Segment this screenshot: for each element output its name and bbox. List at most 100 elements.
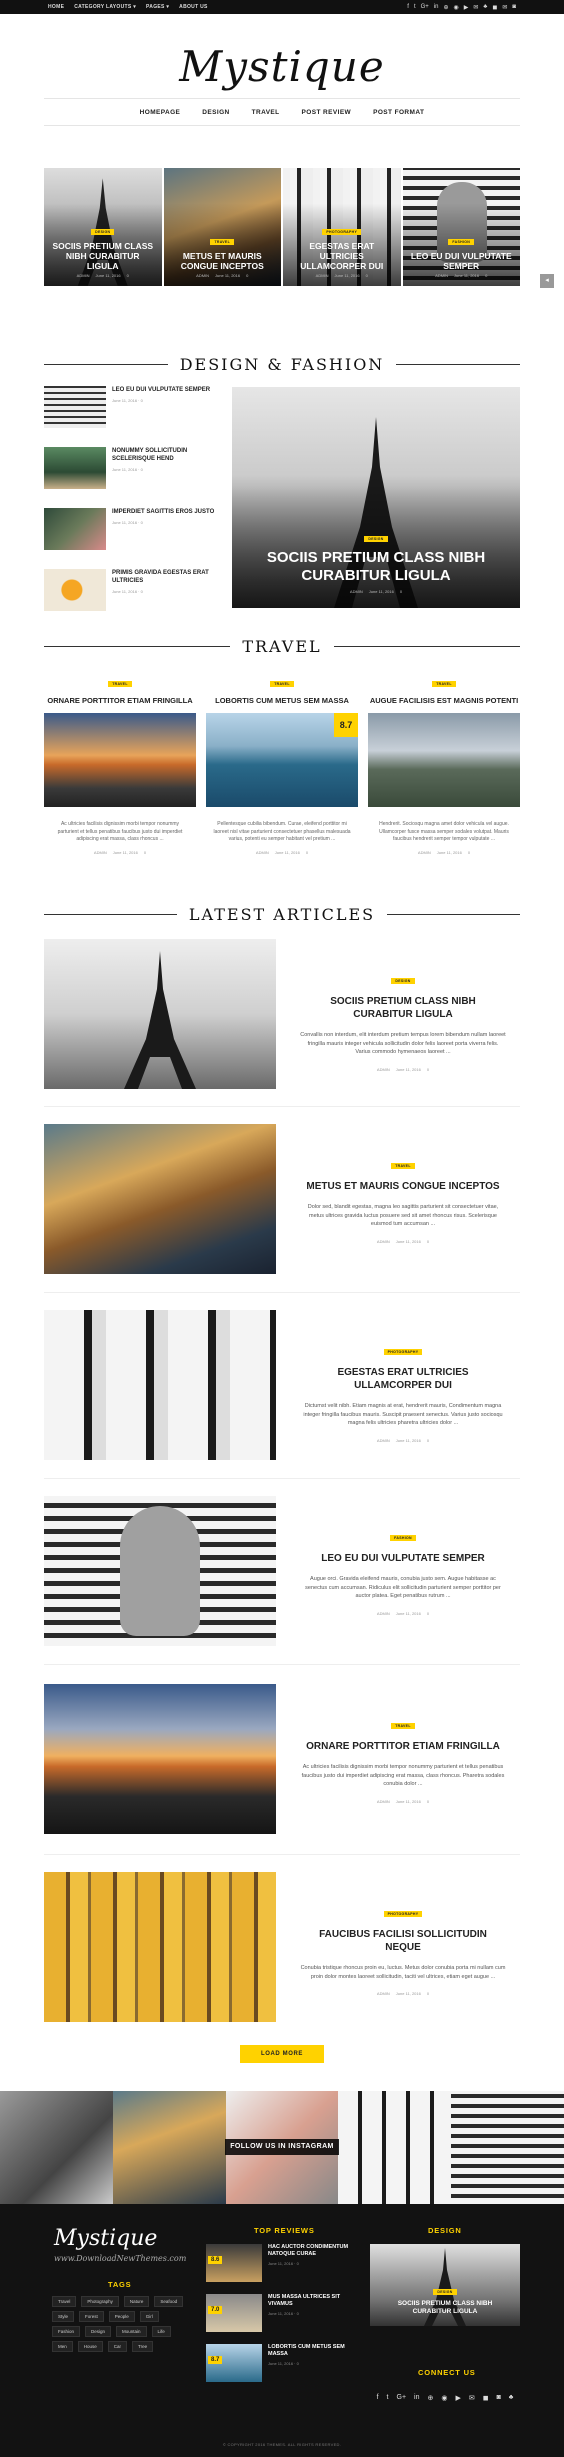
post-comments[interactable]: 0 (141, 589, 143, 594)
post-comments[interactable]: 0 (400, 589, 402, 594)
post-author[interactable]: ADMIN (377, 1799, 390, 1804)
review-thumbnail[interactable]: 7.0 (206, 2294, 262, 2332)
slide[interactable]: TRAVEL METUS ET MAURIS CONGUE INCEPTOS A… (163, 168, 281, 286)
tag-link[interactable]: Style (52, 2311, 75, 2322)
post-author[interactable]: ADMIN (316, 273, 329, 278)
category-badge[interactable]: FASHION (448, 239, 475, 245)
instagram-photo[interactable] (0, 2091, 113, 2204)
article-row[interactable]: FASHION LEO EU DUI VULPUTATE SEMPER Augu… (44, 1496, 520, 1646)
slide-title[interactable]: LEO EU DUI VULPUTATE SEMPER (403, 248, 521, 273)
category-badge[interactable]: TRAVEL (210, 239, 235, 245)
review-title[interactable]: HAC AUCTOR CONDIMENTUM NATOQUE CURAE (268, 2244, 354, 2258)
post-comments[interactable]: 0 (141, 398, 143, 403)
slide-title[interactable]: SOCIIS PRETIUM CLASS NIBH CURABITUR LIGU… (44, 238, 162, 273)
article-image[interactable] (44, 1684, 276, 1834)
instagram-icon[interactable]: ◉ (454, 4, 459, 11)
slide[interactable]: FASHION LEO EU DUI VULPUTATE SEMPER ADMI… (402, 168, 521, 286)
menu-item-homepage[interactable]: HOMEPAGE (140, 109, 181, 116)
footer-logo[interactable]: Mystique (54, 2226, 157, 2251)
menu-item-travel[interactable]: TRAVEL (252, 109, 280, 116)
post-author[interactable]: ADMIN (350, 589, 363, 594)
post-comments[interactable]: 0 (127, 273, 129, 278)
post-author[interactable]: ADMIN (377, 1991, 390, 1996)
linkedin-icon[interactable]: in (434, 4, 439, 11)
post-author[interactable]: ADMIN (435, 273, 448, 278)
top-nav-home[interactable]: HOME (48, 4, 64, 10)
category-badge[interactable]: DESIGN (433, 2289, 457, 2295)
post-author[interactable]: ADMIN (377, 1239, 390, 1244)
category-badge[interactable]: PHOTOGRAPHY (383, 1911, 423, 1917)
article-title[interactable]: METUS ET MAURIS CONGUE INCEPTOS (300, 1180, 506, 1193)
post-thumbnail[interactable] (44, 508, 106, 550)
instagram-follow-label[interactable]: FOLLOW US IN INSTAGRAM (225, 2139, 339, 2155)
post-comments[interactable]: 0 (297, 2361, 299, 2366)
post-image[interactable]: 8.7 (206, 713, 358, 807)
tag-link[interactable]: Forest (79, 2311, 104, 2322)
category-badge[interactable]: PHOTOGRAPHY (322, 229, 362, 235)
post-author[interactable]: ADMIN (196, 273, 209, 278)
review-item[interactable]: 8.7 LOBORTIS CUM METUS SEM MASSA June 11,… (206, 2344, 354, 2382)
category-badge[interactable]: DESIGN (364, 536, 388, 542)
youtube-icon[interactable]: ▶ (464, 4, 469, 11)
tag-link[interactable]: Tree (132, 2341, 154, 2352)
post-author[interactable]: ADMIN (77, 273, 90, 278)
article-title[interactable]: EGESTAS ERAT ULTRICIES ULLAMCORPER DUI (300, 1366, 506, 1392)
youtube-icon[interactable]: ▶ (455, 2394, 460, 2402)
review-thumbnail[interactable]: 8.6 (206, 2244, 262, 2282)
article-row[interactable]: PHOTOGRAPHY EGESTAS ERAT ULTRICIES ULLAM… (44, 1310, 520, 1460)
post-comments[interactable]: 0 (297, 2261, 299, 2266)
review-thumbnail[interactable]: 8.7 (206, 2344, 262, 2382)
post-comments[interactable]: 0 (141, 467, 143, 472)
list-item[interactable]: LEO EU DUI VULPUTATE SEMPER June 11, 201… (44, 386, 216, 447)
slide-title[interactable]: EGESTAS ERAT ULTRICIES ULLAMCORPER DUI (283, 238, 401, 273)
category-badge[interactable]: TRAVEL (270, 681, 294, 687)
twitter-icon[interactable]: t (414, 4, 416, 11)
instagram-photo[interactable] (451, 2091, 564, 2204)
slide[interactable]: PHOTOGRAPHY EGESTAS ERAT ULTRICIES ULLAM… (283, 168, 401, 286)
tag-link[interactable]: Mountain (116, 2326, 147, 2337)
instagram-photo[interactable] (112, 2091, 226, 2204)
article-row[interactable]: DESIGN SOCIIS PRETIUM CLASS NIBH CURABIT… (44, 939, 520, 1089)
category-badge[interactable]: TRAVEL (391, 1723, 415, 1729)
post-title[interactable]: PRIMIS GRAVIDA EGESTAS ERAT ULTRICIES (112, 569, 216, 585)
post-comments[interactable]: 0 (427, 1799, 429, 1804)
top-nav-category-layouts[interactable]: CATEGORY LAYOUTS ▾ (74, 4, 136, 10)
facebook-icon[interactable]: f (377, 2394, 379, 2402)
tag-link[interactable]: Travel (52, 2296, 77, 2307)
article-title[interactable]: FAUCIBUS FACILISI SOLLICITUDIN NEQUE (300, 1928, 506, 1954)
post-comments[interactable]: 0 (468, 850, 470, 855)
top-nav-pages[interactable]: PAGES ▾ (146, 4, 169, 10)
search-icon[interactable]: ◙ (497, 2394, 501, 2402)
list-item[interactable]: IMPERDIET SAGITTIS EROS JUSTO June 11, 2… (44, 508, 216, 569)
travel-card[interactable]: TRAVEL LOBORTIS CUM METUS SEM MASSA 8.7 … (206, 672, 358, 855)
article-image[interactable] (44, 1124, 276, 1274)
footer-design-title[interactable]: SOCIIS PRETIUM CLASS NIBH CURABITUR LIGU… (370, 2298, 520, 2318)
site-logo[interactable]: Mystique (0, 42, 564, 91)
menu-item-design[interactable]: DESIGN (202, 109, 229, 116)
scroll-arrow-icon[interactable]: ◂ (540, 274, 554, 288)
post-comments[interactable]: 0 (427, 1611, 429, 1616)
post-comments[interactable]: 0 (306, 850, 308, 855)
travel-card[interactable]: TRAVEL AUGUE FACILISIS EST MAGNIS POTENT… (368, 672, 520, 855)
post-title[interactable]: LEO EU DUI VULPUTATE SEMPER (112, 386, 210, 394)
review-item[interactable]: 7.0 MUS MASSA ULTRICES SIT VIVAMUS June 1… (206, 2294, 354, 2332)
flickr-icon[interactable]: ◼ (492, 4, 497, 11)
article-image[interactable] (44, 1872, 276, 2022)
post-comments[interactable]: 0 (366, 273, 368, 278)
post-comments[interactable]: 0 (427, 1991, 429, 1996)
post-title[interactable]: ORNARE PORTTITOR ETIAM FRINGILLA (44, 696, 196, 705)
post-comments[interactable]: 0 (246, 273, 248, 278)
menu-item-post-format[interactable]: POST FORMAT (373, 109, 424, 116)
vk-icon[interactable]: ♣ (483, 4, 487, 11)
category-badge[interactable]: TRAVEL (391, 1163, 415, 1169)
post-comments[interactable]: 0 (141, 520, 143, 525)
tag-link[interactable]: Photography (81, 2296, 119, 2307)
post-title[interactable]: IMPERDIET SAGITTIS EROS JUSTO (112, 508, 214, 516)
category-badge[interactable]: TRAVEL (108, 681, 132, 687)
category-badge[interactable]: DESIGN (91, 229, 115, 235)
vk-icon[interactable]: ♣ (509, 2394, 514, 2402)
email-icon[interactable]: ✉ (473, 4, 478, 11)
article-image[interactable] (44, 1496, 276, 1646)
category-badge[interactable]: TRAVEL (432, 681, 456, 687)
tag-link[interactable]: Men (52, 2341, 73, 2352)
